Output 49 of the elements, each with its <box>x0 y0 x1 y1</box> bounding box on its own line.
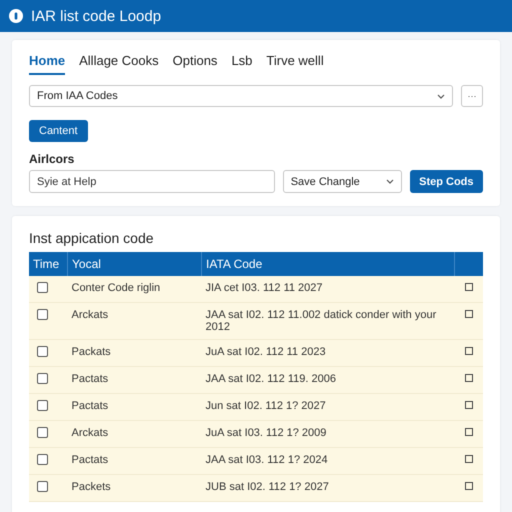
table-cell: JuA sat I03. 112 1? 2009 <box>202 420 454 448</box>
tab[interactable]: Tirve welll <box>266 50 324 75</box>
search-field[interactable]: Syie at Help <box>29 170 275 193</box>
row-checkbox[interactable] <box>37 373 48 384</box>
table-cell: JuA sat I02. 112 11 2023 <box>202 340 454 366</box>
row-checkbox[interactable] <box>37 427 48 438</box>
table-cell: Packets <box>68 474 202 502</box>
flag-checkbox[interactable] <box>464 428 473 436</box>
row-checkbox[interactable] <box>37 346 48 357</box>
table-cell: Pactats <box>68 448 202 474</box>
action-dropdown[interactable]: Save Changle <box>282 170 402 193</box>
table-cell: Arckats <box>68 302 202 340</box>
flag-checkbox[interactable] <box>464 482 473 490</box>
table-cell: Arckats <box>68 420 202 448</box>
table-cell: JIA cet I03. 112 11 2027 <box>202 276 454 302</box>
info-icon <box>9 9 23 23</box>
source-dropdown[interactable]: From IAA Codes <box>29 85 453 107</box>
tab[interactable]: Home <box>29 50 66 75</box>
flag-checkbox[interactable] <box>464 347 473 355</box>
content-button[interactable]: Cantent <box>29 120 88 142</box>
table-cell: Packats <box>68 340 202 366</box>
row-checkbox[interactable] <box>37 282 48 293</box>
more-button[interactable]: ··· <box>461 85 483 107</box>
row-checkbox[interactable] <box>37 481 48 492</box>
flag-checkbox[interactable] <box>464 310 473 318</box>
table-title: Inst appication code <box>29 230 155 246</box>
table-cell: Pactats <box>68 366 202 394</box>
tab[interactable]: Alllage Cooks <box>79 50 159 75</box>
table-cell: JAA sat I03. 112 1? 2024 <box>202 448 454 474</box>
flag-checkbox[interactable] <box>464 374 473 382</box>
tab[interactable]: Options <box>172 50 218 75</box>
row-checkbox[interactable] <box>37 309 48 320</box>
row-checkbox[interactable] <box>37 454 48 465</box>
table-cell: Jun sat I02. 112 1? 2027 <box>202 394 454 420</box>
table-cell: JAA sat I02. 112 11.002 datick conder with your 2012 <box>202 302 454 340</box>
row-checkbox[interactable] <box>37 400 48 411</box>
chevron-down-icon <box>386 179 394 184</box>
flag-checkbox[interactable] <box>464 283 473 291</box>
tab[interactable]: Lsb <box>231 50 252 75</box>
table-cell: JAA sat I02. 112 119. 2006 <box>202 366 454 394</box>
table-cell: Pactats <box>68 394 202 420</box>
flag-checkbox[interactable] <box>464 401 473 409</box>
chevron-down-icon <box>437 94 445 98</box>
window-title: IAR list code Loodp <box>31 8 162 24</box>
flag-checkbox[interactable] <box>464 455 473 463</box>
table-cell: Conter Code riglin <box>68 276 202 302</box>
table-cell: JUB sat I02. 112 1? 2027 <box>202 474 454 502</box>
step-button[interactable]: Step Cods <box>410 170 483 193</box>
field-label: Airlcors <box>29 152 76 166</box>
